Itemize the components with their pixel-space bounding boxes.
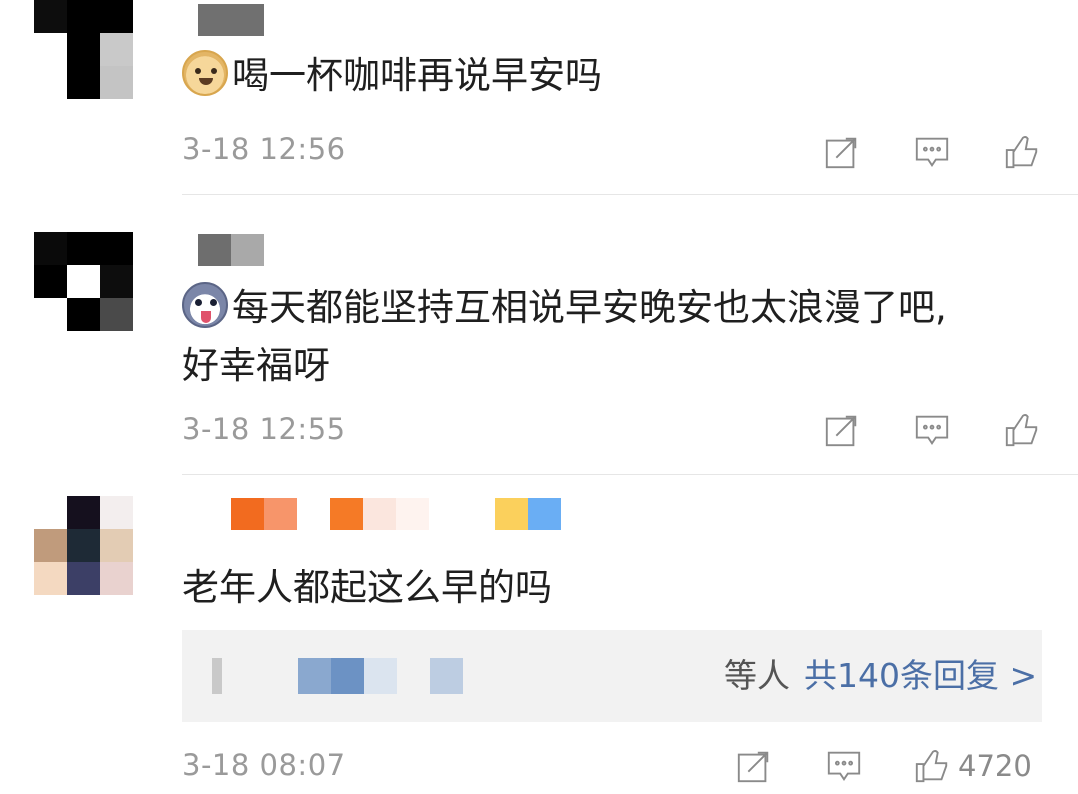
reply-users-blurred [430,658,463,694]
comment-text: 每天都能坚持互相说早安晚安也太浪漫了吧, [182,278,947,338]
replies-preview[interactable]: 等人 共140条回复 > [182,630,1042,722]
username-blurred[interactable] [198,498,561,530]
username-blurred[interactable] [198,4,264,36]
divider [182,474,1078,475]
comment-icon[interactable] [912,132,952,172]
divider [182,194,1078,195]
comment-text-line2: 好幸福呀 [182,344,330,387]
share-icon[interactable] [734,746,774,786]
comment-icon[interactable] [824,746,864,786]
avatar[interactable] [34,496,133,595]
thumbs-up-icon[interactable] [1002,132,1042,172]
timestamp: 3-18 12:56 [182,132,346,166]
reply-users-blurred [298,658,331,694]
husky-emoji-icon [182,282,228,328]
like-count: 4720 [958,749,1032,783]
avatar-lower [34,66,133,100]
doge-emoji-icon [182,50,228,96]
thumbs-up-icon[interactable] [1002,410,1042,450]
share-icon[interactable] [822,410,862,450]
reply-users-blurred [331,658,364,694]
comment-text: 喝一杯咖啡再说早安吗 [182,46,602,106]
avatar[interactable] [34,232,133,332]
username-blurred[interactable] [198,234,264,266]
view-replies-link[interactable]: 共140条回复 > [804,656,1037,695]
avatar[interactable] [34,0,133,66]
reply-users-blurred [364,658,397,694]
thumbs-up-icon[interactable] [912,746,952,786]
timestamp: 3-18 08:07 [182,748,346,782]
share-icon[interactable] [822,132,862,172]
timestamp: 3-18 12:55 [182,412,346,446]
comment-text: 老年人都起这么早的吗 [182,566,552,609]
reply-users-blurred [212,658,222,694]
reply-users-suffix: 等人 [724,656,790,695]
comment-icon[interactable] [912,410,952,450]
